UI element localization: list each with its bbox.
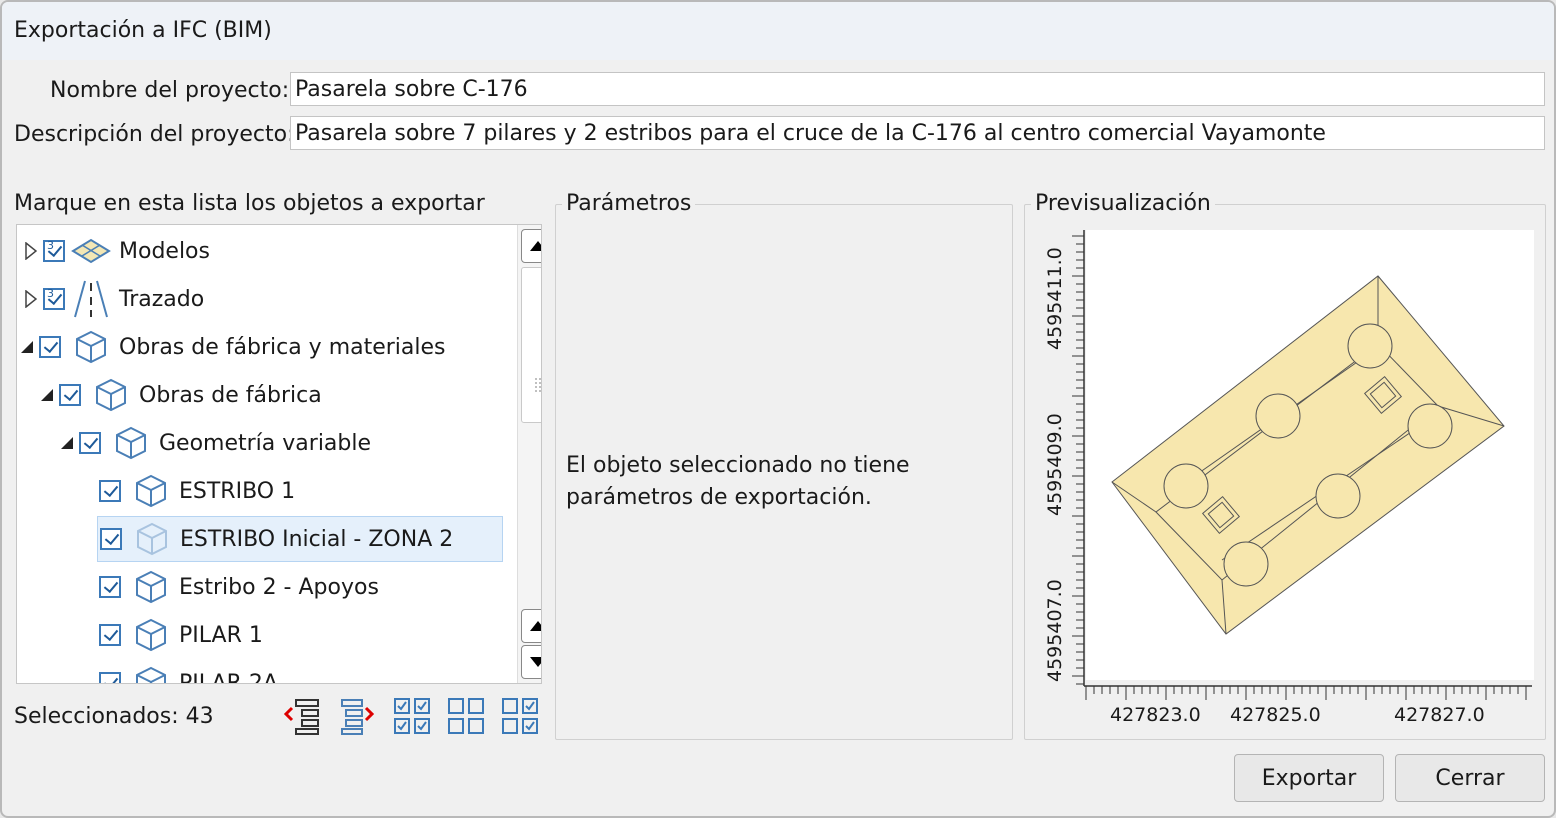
cube-icon (131, 665, 171, 683)
tree-item-checkbox[interactable]: 3 (43, 239, 65, 262)
parameters-legend: Parámetros (562, 191, 696, 216)
expand-arrow-icon[interactable] (23, 289, 39, 309)
tree-item[interactable]: 3 Trazado (23, 276, 204, 322)
arrow-up-icon (530, 241, 541, 251)
tree-scrollbar[interactable] (517, 225, 541, 683)
cube-icon (71, 329, 111, 365)
y-tick-label: 4595409.0 (1044, 413, 1066, 516)
export-objects-tree[interactable]: 3 Modelos 3 Trazado Obras de fábrica y mater… (16, 224, 542, 684)
x-tick-label: 427827.0 (1394, 704, 1485, 726)
arrow-up-icon (530, 621, 541, 631)
cube-icon (131, 569, 171, 605)
close-button[interactable]: Cerrar (1395, 754, 1545, 802)
tree-item-checkbox[interactable] (39, 336, 61, 358)
tree-item-label: Geometría variable (159, 430, 372, 456)
tree-item-checkbox[interactable]: 3 (43, 287, 65, 310)
tree-item[interactable]: Obras de fábrica y materiales (19, 324, 446, 370)
checkbox-state-badge: 3 (47, 287, 54, 300)
expand-tree-icon (341, 699, 375, 735)
project-name-label: Nombre del proyecto: (50, 78, 290, 103)
expand-tree-button[interactable] (338, 696, 378, 736)
cube-icon (131, 617, 171, 653)
preview-legend: Previsualización (1031, 191, 1215, 216)
tree-item-label: PILAR 2A (179, 670, 278, 684)
tree-caption: Marque en esta lista los objetos a expor… (14, 191, 485, 216)
tree-item-checkbox[interactable] (99, 576, 121, 598)
collapse-arrow-icon[interactable] (59, 433, 75, 453)
page-up-button[interactable] (521, 609, 541, 643)
tree-item-checkbox[interactable] (99, 624, 121, 646)
cube-icon (131, 473, 171, 509)
arrow-down-icon (530, 657, 541, 667)
selected-count: Seleccionados: 43 (14, 704, 214, 729)
invert-check-icon (502, 698, 538, 734)
tree-item-checkbox[interactable] (99, 480, 121, 502)
uncheck-all-icon (448, 698, 484, 734)
tree-item[interactable]: Obras de fábrica (39, 372, 322, 418)
project-description-input[interactable]: Pasarela sobre 7 pilares y 2 estribos pa… (290, 116, 1545, 150)
collapse-tree-icon (283, 699, 319, 735)
cube-icon (91, 377, 131, 413)
project-name-input[interactable]: Pasarela sobre C-176 (290, 72, 1545, 106)
window-title: Exportación a IFC (BIM) (14, 18, 272, 43)
tree-item[interactable]: Estribo 2 - Apoyos (99, 564, 379, 610)
check-all-button[interactable] (392, 696, 432, 736)
cube-icon (111, 425, 151, 461)
tree-item-checkbox[interactable] (99, 672, 121, 683)
grip-icon (535, 378, 541, 392)
tree-item-checkbox[interactable] (100, 528, 122, 550)
collapse-tree-button[interactable] (282, 696, 322, 736)
invert-check-button[interactable] (500, 696, 540, 736)
tree-item-label: ESTRIBO Inicial - ZONA 2 (180, 526, 454, 552)
x-tick-label: 427825.0 (1230, 704, 1321, 726)
tree-item[interactable]: 3 Modelos (23, 228, 210, 274)
tree-item[interactable]: ESTRIBO Inicial - ZONA 2 (97, 516, 503, 562)
tree-item-label: ESTRIBO 1 (179, 478, 296, 504)
tree-item[interactable]: PILAR 2A (99, 660, 278, 684)
uncheck-all-button[interactable] (446, 696, 486, 736)
tree-item-label: Estribo 2 - Apoyos (179, 574, 379, 600)
scroll-up-button[interactable] (521, 229, 541, 263)
tree-item-label: PILAR 1 (179, 622, 263, 648)
tree-item[interactable]: ESTRIBO 1 (99, 468, 295, 514)
x-tick-label: 427823.0 (1110, 704, 1201, 726)
cube-icon (132, 521, 172, 557)
tree-item[interactable]: Geometría variable (59, 420, 371, 466)
collapse-arrow-icon[interactable] (19, 337, 35, 357)
ifc-export-dialog: Exportación a IFC (BIM) Nombre del proye… (0, 0, 1556, 818)
project-description-label: Descripción del proyecto: (14, 122, 295, 147)
tree-item-label: Obras de fábrica (139, 382, 322, 408)
tree-item-checkbox[interactable] (79, 432, 101, 454)
check-all-icon (394, 698, 430, 734)
scroll-down-button[interactable] (521, 645, 541, 679)
tree-item[interactable]: PILAR 1 (99, 612, 263, 658)
y-tick-label: 4595407.0 (1044, 579, 1066, 682)
tree-item-label: Modelos (119, 238, 210, 264)
tree-item-label: Trazado (119, 286, 205, 312)
collapse-arrow-icon[interactable] (39, 385, 55, 405)
tree-item-checkbox[interactable] (59, 384, 81, 406)
preview-axes (1072, 230, 1532, 700)
checkbox-state-badge: 3 (47, 239, 54, 252)
parameters-message: El objeto seleccionado no tiene parámetr… (566, 453, 910, 510)
export-button[interactable]: Exportar (1234, 754, 1384, 802)
scroll-thumb[interactable] (521, 267, 541, 423)
tree-item-label: Obras de fábrica y materiales (119, 334, 446, 360)
expand-arrow-icon[interactable] (23, 241, 39, 261)
y-tick-label: 4595411.0 (1044, 247, 1066, 350)
title-bar[interactable]: Exportación a IFC (BIM) (2, 2, 1554, 60)
road-alignment-icon (71, 280, 111, 318)
terrain-model-icon (71, 233, 111, 269)
